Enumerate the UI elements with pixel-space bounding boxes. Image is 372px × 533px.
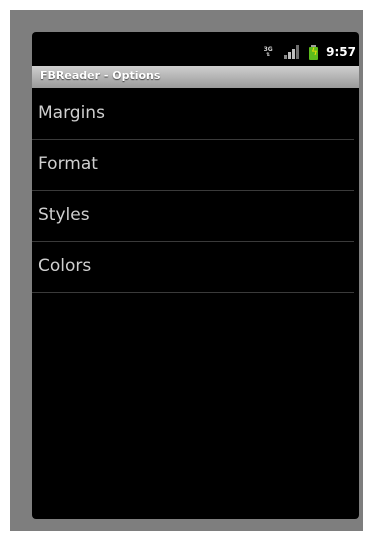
options-list: Margins Format Styles Colors bbox=[32, 89, 359, 293]
signal-strength-icon bbox=[284, 45, 300, 59]
title-bar: FBReader - Options bbox=[32, 66, 359, 88]
status-clock: 9:57 bbox=[326, 45, 356, 59]
page-title: FBReader - Options bbox=[40, 69, 161, 82]
option-item-styles[interactable]: Styles bbox=[32, 191, 359, 242]
option-label: Colors bbox=[38, 256, 92, 276]
network-3g-icon: 3G ⇅ bbox=[262, 44, 274, 60]
list-divider bbox=[32, 292, 354, 293]
option-item-colors[interactable]: Colors bbox=[32, 242, 359, 293]
battery-charging-icon: ϟ bbox=[309, 44, 319, 60]
status-bar: 3G ⇅ ϟ 9:57 bbox=[32, 42, 359, 62]
option-item-format[interactable]: Format bbox=[32, 140, 359, 191]
option-label: Margins bbox=[38, 103, 105, 123]
option-item-margins[interactable]: Margins bbox=[32, 89, 359, 140]
status-icons: 3G ⇅ ϟ 9:57 bbox=[262, 42, 359, 62]
data-arrows-icon: ⇅ bbox=[266, 51, 271, 58]
option-label: Format bbox=[38, 154, 98, 174]
device-screen: 3G ⇅ ϟ 9:57 FBReader - Options Margins F… bbox=[32, 32, 359, 519]
option-label: Styles bbox=[38, 205, 90, 225]
